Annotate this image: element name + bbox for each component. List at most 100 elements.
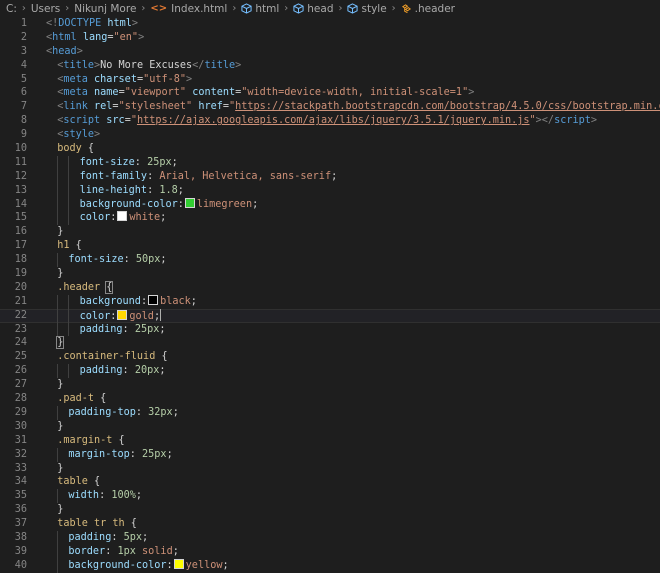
breadcrumb-item-symbol-head[interactable]: head [293,3,333,15]
code-text: } [57,225,63,239]
line-number: 8 [20,115,27,127]
code-line[interactable]: 10 body { [0,142,660,156]
color-swatch-icon[interactable] [117,211,128,222]
code-line[interactable]: 2 <html lang="en"> [0,31,660,45]
breadcrumb-item-drive[interactable]: C: [6,3,17,15]
breadcrumb-item-symbol-class[interactable]: .header [401,3,455,15]
breadcrumb-item-user-folder[interactable]: Nikunj More [74,3,136,15]
code-line[interactable]: 6 <meta name="viewport" content="width=de… [0,86,660,100]
color-swatch-icon[interactable] [173,558,184,569]
code-line[interactable]: 27} [0,378,660,392]
code-line[interactable]: 20 .header { [0,280,660,295]
breadcrumb-item-symbol-html[interactable]: html [241,3,279,15]
code-token: 100% [111,490,136,502]
code-line[interactable]: 1 <!DOCTYPE html> [0,17,660,31]
code-text: } [56,336,65,350]
code-text: padding: 5px; [68,531,148,545]
code-line[interactable]: 21 background: black; [0,294,660,309]
code-token: "viewport" [124,87,187,99]
code-token: { [69,240,82,252]
code-token: { [124,518,137,530]
code-line[interactable]: 13 line-height: 1.8; [0,183,660,198]
code-token: ; [135,490,143,502]
color-swatch-icon[interactable] [148,294,159,305]
indent-guide [57,544,59,559]
indent-guide [68,155,70,170]
code-line[interactable]: 29 padding-top: 32px; [0,405,660,420]
code-line[interactable]: 4 <title>No More Excuses</title> [0,59,660,73]
code-token: </ [192,59,205,71]
code-line[interactable]: 22 color: gold; [0,308,660,323]
code-line[interactable]: 28 .pad-t { [0,392,660,406]
code-text: } [57,378,63,392]
code-line[interactable]: 38 padding: 5px; [0,530,660,545]
code-line[interactable]: 16} [0,225,660,239]
code-token: : [166,559,173,571]
breadcrumb-item-users[interactable]: Users [31,3,60,15]
indent-guide [57,169,59,184]
code-token: } [57,462,64,474]
code-line[interactable]: 31 .margin-t { [0,434,660,448]
code-line[interactable]: 5 <meta charset="utf-8"> [0,73,660,87]
code-line[interactable]: 33} [0,462,660,476]
code-line[interactable]: 8 <script src="https://ajax.googleapis.co… [0,114,660,128]
code-token: <! [46,18,59,29]
code-line[interactable]: 37 table tr th { [0,517,660,531]
line-number: 13 [14,184,27,196]
code-line[interactable]: 11 font-size: 25px; [0,155,660,170]
code-line[interactable]: 14 background-color: limegreen; [0,197,660,212]
code-line[interactable]: 36} [0,503,660,517]
code-text: body { [57,142,94,156]
code-line[interactable]: 25 .container-fluid { [0,350,660,364]
code-token: { [81,143,95,155]
code-line[interactable]: 18 font-size: 50px; [0,253,660,268]
code-token: .container-fluid [57,351,156,363]
code-text: <title>No More Excuses</title> [57,59,241,73]
indent-guide [57,364,59,379]
code-line[interactable]: 17 h1 { [0,239,660,253]
code-line[interactable]: 26 padding: 20px; [0,364,660,379]
code-token: font-size [79,156,135,168]
code-line[interactable]: 3 <head> [0,45,660,59]
code-text: font-size: 25px; [80,156,178,170]
line-number: 27 [14,379,27,391]
code-line[interactable]: 19} [0,267,660,281]
code-line[interactable]: 15 color: white; [0,211,660,226]
code-line[interactable]: 7 <link rel="stylesheet" href="https://st… [0,100,660,114]
code-token: : [140,295,148,307]
color-swatch-icon[interactable] [184,197,195,208]
code-line[interactable]: 24} [0,336,660,350]
code-token: "width=device-width, initial-scale=1" [241,87,469,99]
code-line[interactable]: 23 padding: 25px; [0,322,660,337]
code-line[interactable]: 9 <style> [0,128,660,142]
code-token: { [105,280,114,294]
breadcrumb-label: style [361,2,387,15]
breadcrumb-item-symbol-style[interactable]: style [347,2,387,15]
indent-guide [57,405,59,420]
code-line[interactable]: 35 width: 100%; [0,489,660,504]
chevron-right-icon: › [284,3,289,14]
code-token: ; [142,531,149,543]
code-text: background: black; [80,294,197,309]
code-token: ; [190,295,197,307]
code-line[interactable]: 32 margin-top: 25px; [0,447,660,462]
code-token: 50px [135,254,161,266]
code-line[interactable]: 39 border: 1px solid; [0,544,660,559]
code-editor[interactable]: 1 <!DOCTYPE html> 2 <html lang="en"> 3 <head>… [0,17,660,573]
code-token: ; [166,448,173,460]
code-token: html [52,31,77,43]
indent-guide [68,294,70,309]
code-line[interactable]: 34 table { [0,475,660,489]
code-token: { [112,434,125,446]
color-swatch-icon[interactable] [117,309,128,320]
code-line[interactable]: 12 font-family: Arial, Helvetica, sans-se… [0,169,660,184]
code-line[interactable]: 30} [0,420,660,434]
line-number: 17 [14,240,27,252]
breadcrumb-item-file[interactable]: <> Index.html [150,3,227,15]
line-number: 25 [14,351,27,363]
code-token: "stylesheet" [118,101,193,113]
code-token: "en" [113,31,139,43]
code-text: padding: 20px; [80,364,166,378]
code-line[interactable]: 40 background-color: yellow; [0,558,660,573]
code-token: > [138,31,145,43]
